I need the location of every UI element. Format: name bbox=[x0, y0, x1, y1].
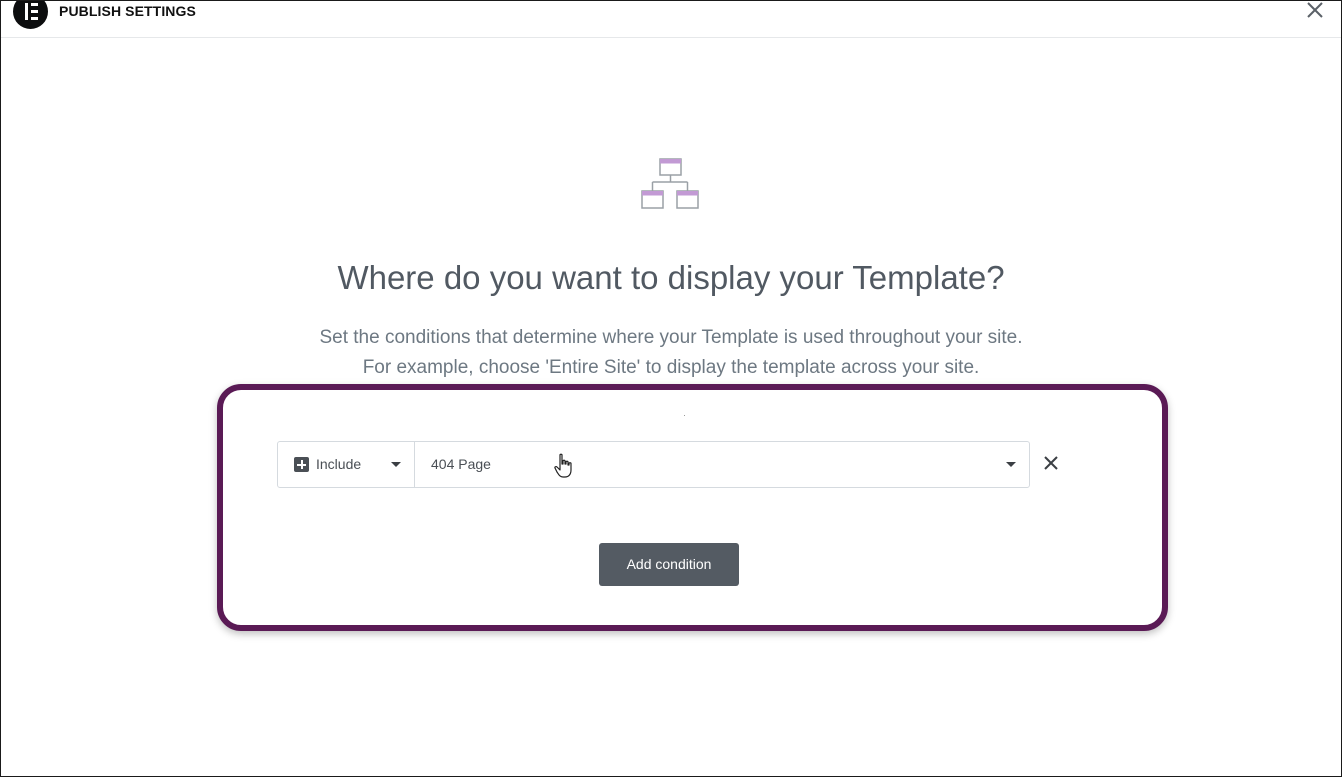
close-icon bbox=[1044, 456, 1058, 470]
condition-type-select[interactable]: Include bbox=[278, 442, 415, 487]
publish-settings-dialog: PUBLISH SETTINGS Where do you want to di… bbox=[0, 0, 1342, 777]
condition-page-select[interactable]: 404 Page bbox=[415, 442, 1029, 487]
hand-pointer-cursor-icon bbox=[554, 453, 572, 478]
elementor-logo-icon bbox=[13, 1, 48, 29]
conditions-highlight-frame bbox=[217, 384, 1168, 631]
condition-page-value: 404 Page bbox=[431, 456, 491, 472]
condition-row: Include 404 Page bbox=[277, 441, 1030, 488]
condition-type-value: Include bbox=[316, 456, 362, 472]
loading-dot bbox=[684, 415, 685, 416]
remove-condition-button[interactable] bbox=[1042, 454, 1060, 472]
dialog-title: PUBLISH SETTINGS bbox=[59, 3, 196, 19]
dialog-header: PUBLISH SETTINGS bbox=[1, 1, 1341, 38]
description-line-2: For example, choose 'Entire Site' to dis… bbox=[362, 357, 980, 378]
close-dialog-button[interactable] bbox=[1305, 1, 1325, 21]
close-icon bbox=[1307, 2, 1323, 18]
sitemap-hierarchy-icon bbox=[641, 158, 699, 209]
chevron-down-icon bbox=[1006, 462, 1016, 467]
add-condition-button[interactable]: Add condition bbox=[599, 543, 739, 586]
description-line-1: Set the conditions that determine where … bbox=[319, 327, 1023, 348]
plus-square-icon bbox=[294, 457, 309, 472]
page-heading: Where do you want to display your Templa… bbox=[337, 259, 1005, 296]
chevron-down-icon bbox=[391, 462, 401, 467]
